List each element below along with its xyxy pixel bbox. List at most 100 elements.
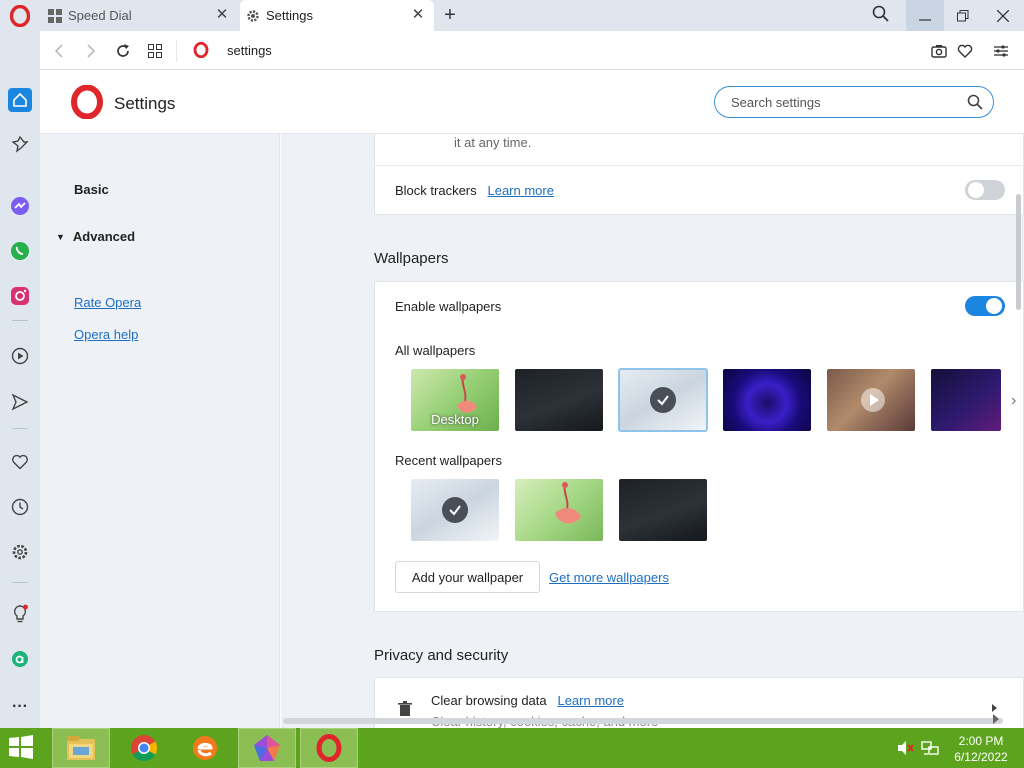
wallpaper-thumb-desktop[interactable]: Desktop: [411, 369, 499, 431]
recent-wallpapers-label: Recent wallpapers: [395, 453, 502, 468]
heart-icon: [957, 44, 973, 58]
selected-check: [442, 497, 468, 523]
learn-more-link[interactable]: Learn more: [557, 693, 623, 708]
taskbar-edge-legacy[interactable]: [176, 728, 234, 768]
opera-logo-icon: [71, 85, 103, 119]
messenger-icon: [11, 197, 29, 215]
opera-menu-button[interactable]: [0, 0, 40, 31]
wallpaper-thumb-light-selected[interactable]: [618, 368, 708, 432]
opera-logo-icon: [316, 734, 342, 762]
tab-speed-dial[interactable]: Speed Dial ✕: [40, 0, 238, 31]
vertical-scrollbar[interactable]: [1016, 194, 1021, 310]
forward-button[interactable]: [80, 40, 102, 62]
get-more-wallpapers-link[interactable]: Get more wallpapers: [549, 570, 669, 585]
opera-logo-icon: [10, 4, 30, 27]
easy-setup-button[interactable]: [990, 40, 1012, 62]
taskbar-chrome[interactable]: [115, 728, 173, 768]
volume-muted-icon[interactable]: [897, 740, 915, 756]
rate-opera-link[interactable]: Rate Opera: [74, 295, 141, 310]
instagram-icon: [11, 287, 29, 305]
page-title: Settings: [114, 94, 176, 113]
edge-icon: [193, 736, 217, 760]
network-icon[interactable]: [921, 740, 939, 756]
sidebar-bookmarks-button[interactable]: [8, 450, 32, 474]
address-bar: settings: [40, 31, 1024, 70]
search-input[interactable]: [731, 93, 951, 111]
enable-wallpapers-toggle[interactable]: [965, 296, 1005, 316]
pin-icon: [11, 135, 29, 153]
address-field[interactable]: settings: [227, 43, 272, 58]
sidebar-whatsapp-button[interactable]: [8, 239, 32, 263]
tab-search-icon[interactable]: [872, 5, 896, 25]
home-icon: [13, 92, 27, 107]
sidebar-speed-dial-button[interactable]: [8, 132, 32, 156]
windows-logo-icon: [9, 735, 33, 759]
bookmark-button[interactable]: [954, 40, 976, 62]
send-icon: [11, 393, 29, 411]
start-button[interactable]: [6, 734, 42, 762]
chevron-right-icon[interactable]: ›: [1011, 392, 1016, 410]
reload-icon: [117, 44, 129, 57]
taskbar-file-explorer[interactable]: [52, 728, 110, 768]
sidebar-home-button[interactable]: [8, 88, 32, 112]
nav-advanced-label: Advanced: [72, 229, 136, 244]
restore-button[interactable]: [944, 0, 982, 31]
search-settings-box[interactable]: [714, 86, 994, 118]
block-trackers-toggle[interactable]: [965, 180, 1005, 200]
sidebar-tips-button[interactable]: [8, 602, 32, 626]
sidebar-more-button[interactable]: ···: [8, 695, 32, 719]
learn-more-link[interactable]: Learn more: [487, 183, 553, 198]
settings-header: Settings: [40, 70, 1024, 134]
close-tab-icon[interactable]: ✕: [214, 7, 230, 23]
tab-label: Speed Dial: [68, 8, 132, 23]
wallpaper-thumb-neon[interactable]: [931, 369, 1001, 431]
tab-strip: Speed Dial ✕ Settings ✕ +: [0, 0, 1024, 31]
sidebar-messenger-button[interactable]: [8, 194, 32, 218]
taskbar-opera[interactable]: [300, 728, 358, 768]
tab-settings[interactable]: Settings ✕: [240, 0, 434, 31]
close-tab-icon[interactable]: ✕: [410, 7, 426, 23]
trash-icon: [398, 701, 412, 716]
search-icon: [967, 94, 983, 110]
chrome-icon: [131, 735, 158, 762]
whatsapp-icon: [11, 242, 29, 260]
heart-icon: [12, 454, 28, 470]
close-icon: [997, 9, 1009, 22]
scroll-right-arrow-icon[interactable]: [993, 714, 999, 724]
caret-down-icon: ▼: [56, 232, 65, 242]
wallpaper-thumb-purple[interactable]: [723, 369, 811, 431]
sidebar-player-button[interactable]: [8, 344, 32, 368]
nav-basic[interactable]: Basic: [74, 182, 109, 197]
back-button[interactable]: [48, 40, 70, 62]
recent-thumb-flower[interactable]: [515, 479, 603, 541]
opera-help-link[interactable]: Opera help: [74, 327, 138, 342]
snapshot-button[interactable]: [928, 40, 950, 62]
add-wallpaper-button[interactable]: Add your wallpaper: [395, 561, 540, 593]
address-separator: [176, 40, 177, 62]
recent-thumb-light[interactable]: [411, 479, 499, 541]
sidebar-aria-button[interactable]: [8, 647, 32, 671]
sidebar-instagram-button[interactable]: [8, 284, 32, 308]
wallpaper-thumb-dark[interactable]: [515, 369, 603, 431]
opera-page-icon: [193, 42, 209, 58]
reload-button[interactable]: [112, 40, 134, 62]
taskbar-app-prism[interactable]: [238, 728, 296, 768]
recent-thumb-dark[interactable]: [619, 479, 707, 541]
minimize-button[interactable]: [906, 0, 944, 31]
folder-icon: [67, 736, 95, 760]
sidebar-send-button[interactable]: [8, 390, 32, 414]
horizontal-scrollbar[interactable]: [283, 718, 1003, 724]
selected-check: [650, 387, 676, 413]
windows-taskbar: 2:00 PM 6/12/2022: [0, 728, 1024, 768]
clear-browsing-data-row[interactable]: Clear browsing data Learn more: [431, 693, 624, 708]
close-window-button[interactable]: [984, 0, 1022, 31]
gear-icon: [247, 9, 259, 22]
sidebar-settings-button[interactable]: [8, 540, 32, 564]
wallpaper-thumb-animated[interactable]: [827, 369, 915, 431]
clock-time: 2:00 PM: [958, 734, 1004, 748]
new-tab-button[interactable]: +: [440, 4, 460, 26]
tabs-overview-button[interactable]: [144, 40, 166, 62]
sidebar-history-button[interactable]: [8, 495, 32, 519]
nav-advanced[interactable]: ▼ Advanced: [56, 229, 135, 244]
taskbar-clock[interactable]: 2:00 PM 6/12/2022: [946, 733, 1016, 765]
